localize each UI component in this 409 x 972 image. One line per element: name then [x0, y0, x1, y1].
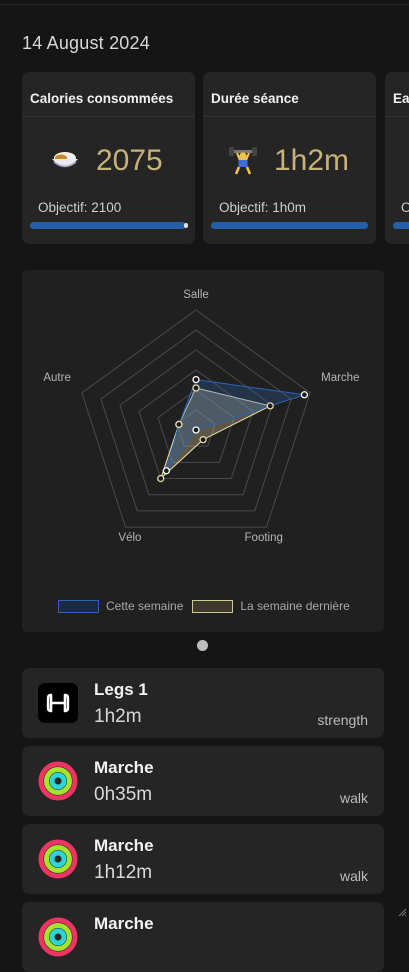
calories-goal: Objectif: 2100 [38, 200, 122, 215]
radar-axis-label: Vélo [118, 532, 141, 544]
session-duration-card[interactable]: Durée séance 1h2m Objectif: 1h0m [203, 72, 376, 244]
partial-progress-bar [393, 222, 409, 229]
legend-item-this-week[interactable]: Cette semaine [58, 599, 183, 613]
radar-chart: Salle Marche Footing Vélo Autre [43, 289, 359, 544]
radar-point [157, 474, 165, 483]
calories-card[interactable]: Calories consommées 2075 Objectif: 2100 [22, 72, 195, 244]
weightlifter-icon [228, 144, 258, 176]
card-title: Calories consommées [30, 91, 174, 106]
duration-value: 1h2m [274, 144, 350, 177]
partial-progress-fill [393, 222, 409, 229]
activity-type: walk [339, 868, 368, 884]
resize-handle-icon[interactable] [397, 907, 407, 917]
summary-cards[interactable]: Calories consommées 2075 Objectif: 2100 … [22, 72, 409, 246]
activity-rings-icon [38, 761, 78, 801]
duration-progress-bar [211, 222, 368, 229]
activity-title: Marche [94, 914, 154, 933]
strength-app-icon [38, 683, 78, 723]
activity-item[interactable]: Legs 1 1h2m strength [22, 668, 384, 738]
activity-item[interactable]: Marche 1h12m walk [22, 824, 384, 894]
radar-series-area [165, 379, 305, 472]
radar-axis-label: Salle [183, 289, 209, 301]
partial-card[interactable]: Ea O [385, 72, 409, 244]
radar-point [300, 391, 309, 399]
radar-axis-label: Footing [245, 532, 283, 544]
progress-knob [184, 223, 188, 228]
activity-type: walk [339, 790, 368, 806]
top-divider [0, 0, 409, 5]
radar-point [192, 375, 200, 384]
card-divider [385, 116, 409, 117]
card-divider [22, 116, 195, 117]
activity-title: Legs 1 [94, 680, 148, 699]
activity-title: Marche [94, 836, 154, 855]
legend-item-last-week[interactable]: La semaine dernière [192, 599, 350, 613]
radar-point [162, 467, 171, 475]
activity-duration: 0h35m [94, 784, 153, 805]
legend-swatch [58, 599, 99, 613]
activity-title: Marche [94, 758, 154, 777]
activity-duration: 1h12m [94, 862, 153, 883]
radar-legend: Cette semaine La semaine dernière [58, 599, 359, 613]
page-indicator-dot[interactable] [197, 640, 208, 651]
activity-radar-card: Salle Marche Footing Vélo Autre Cette semain… [22, 270, 384, 632]
calories-value: 2075 [96, 144, 163, 177]
radar-axis-label: Marche [321, 372, 359, 384]
page-date: 14 August 2024 [22, 33, 150, 53]
card-goal: O [401, 200, 409, 215]
activity-item[interactable]: Marche [22, 902, 384, 972]
radar-point [199, 436, 207, 444]
rice-curry-icon [50, 144, 80, 176]
duration-goal: Objectif: 1h0m [219, 200, 307, 215]
calories-progress-bar [30, 222, 188, 229]
card-title: Ea [393, 91, 409, 106]
activity-rings-icon [38, 839, 78, 879]
radar-point [192, 426, 200, 434]
radar-axis-label: Autre [43, 372, 71, 384]
activity-type: strength [317, 712, 368, 728]
activity-duration: 1h2m [94, 706, 142, 727]
legend-label: La semaine dernière [240, 599, 350, 613]
calories-progress-fill [30, 222, 186, 229]
radar-point [266, 402, 274, 410]
legend-swatch [192, 599, 234, 613]
radar-point [192, 384, 200, 392]
activity-item[interactable]: Marche 0h35m walk [22, 746, 384, 816]
duration-progress-fill [211, 222, 368, 229]
activity-rings-icon [38, 917, 78, 957]
card-divider [203, 116, 376, 117]
radar-point [175, 420, 183, 429]
card-title: Durée séance [211, 91, 299, 106]
legend-label: Cette semaine [106, 599, 184, 613]
